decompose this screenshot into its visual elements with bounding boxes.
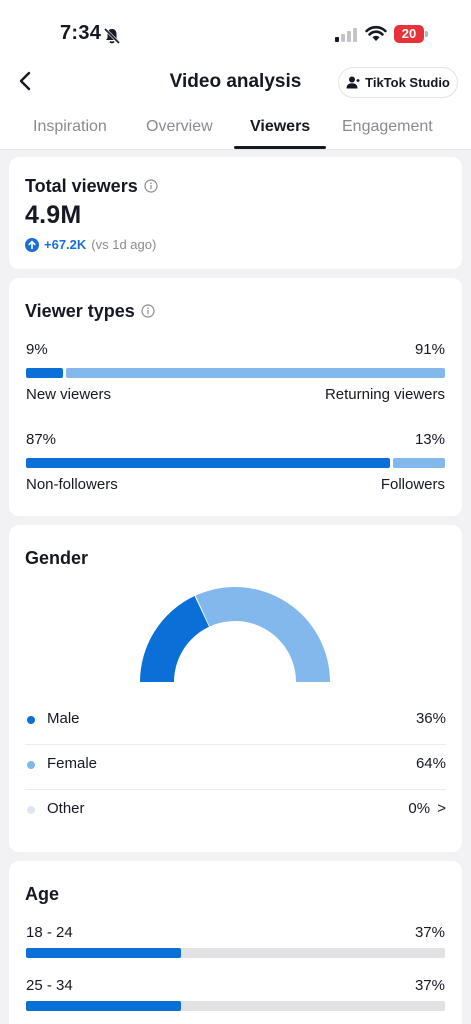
info-icon[interactable] (141, 304, 155, 318)
wifi-icon (365, 25, 387, 41)
other-label: Other (47, 800, 85, 817)
total-viewers-value: 4.9M (25, 201, 82, 229)
total-viewers-title: Total viewers (25, 176, 158, 197)
arrow-up-icon (25, 237, 39, 252)
gender-slice-female (195, 587, 330, 682)
followers-label: Followers (380, 476, 445, 493)
header: Video analysis TikTok Studio Inspiration… (0, 62, 471, 150)
new-viewers-bar (26, 368, 63, 378)
female-value: 64% (415, 755, 446, 772)
total-viewers-title-text: Total viewers (25, 176, 138, 196)
followers-pct: 13% (414, 431, 445, 448)
viewer-types-title-text: Viewer types (25, 301, 135, 321)
change-value: +67.2K (44, 237, 87, 252)
returning-viewers-bar (65, 368, 445, 378)
gender-legend-male: Male 36% (25, 699, 446, 744)
bell-muted-icon (103, 27, 121, 45)
age-25-34-bar (26, 1001, 181, 1011)
tab-overview[interactable]: Overview (146, 118, 213, 136)
gender-legend-other[interactable]: Other 0% > (25, 789, 446, 834)
studio-label: TikTok Studio (365, 75, 450, 90)
battery-nub (425, 31, 428, 37)
signal-icon (335, 28, 357, 42)
age-title: Age (25, 884, 60, 904)
male-dot (27, 716, 35, 724)
tab-engagement[interactable]: Engagement (342, 118, 433, 136)
other-value: 0% (408, 800, 431, 817)
non-followers-label: Non-followers (26, 476, 118, 493)
tab-inspiration[interactable]: Inspiration (33, 118, 107, 136)
other-value-group: 0% > (408, 800, 446, 817)
returning-viewers-label: Returning viewers (324, 386, 445, 403)
age-18-24-bar (26, 948, 181, 958)
person-icon (346, 76, 360, 89)
age-25-34-value: 37% (414, 977, 445, 994)
followers-bar (392, 458, 445, 468)
info-icon[interactable] (144, 179, 158, 193)
change-note: (vs 1d ago) (91, 237, 157, 252)
total-viewers-card: Total viewers 4.9M +67.2K (vs 1d ago) (9, 157, 462, 269)
age-25-34-label: 25 - 34 (26, 977, 73, 994)
male-label: Male (47, 710, 80, 727)
tiktok-studio-button[interactable]: TikTok Studio (338, 67, 458, 98)
chevron-right-icon: > (437, 800, 446, 817)
new-viewers-pct: 9% (26, 341, 48, 358)
new-viewers-label: New viewers (26, 386, 112, 403)
age-18-24-value: 37% (414, 924, 445, 941)
battery-indicator: 20 (394, 25, 424, 43)
returning-viewers-pct: 91% (414, 341, 445, 358)
other-dot (27, 806, 35, 814)
total-viewers-change: +67.2K (vs 1d ago) (25, 237, 156, 252)
status-time: 7:34 (60, 22, 102, 44)
age-18-24-label: 18 - 24 (26, 924, 73, 941)
gender-legend-female: Female 64% (25, 744, 446, 789)
status-bar: 7:34 20 (0, 0, 471, 62)
tab-viewers[interactable]: Viewers (250, 118, 310, 136)
age-card: Age 18 - 24 37% 25 - 34 37% (9, 861, 462, 1024)
non-followers-bar (26, 458, 390, 468)
tab-bar: Inspiration Overview Viewers Engagement (0, 108, 471, 150)
female-label: Female (47, 755, 98, 772)
viewer-types-card: Viewer types 9% 91% New viewers Returnin… (9, 278, 462, 516)
female-dot (27, 761, 35, 769)
gender-card: Gender Male 36% Female 64% Other 0% > (9, 525, 462, 852)
gender-slice-male (140, 596, 210, 682)
active-tab-indicator (234, 146, 326, 149)
male-value: 36% (415, 710, 446, 727)
viewer-types-title: Viewer types (25, 301, 155, 322)
non-followers-pct: 87% (26, 431, 57, 448)
